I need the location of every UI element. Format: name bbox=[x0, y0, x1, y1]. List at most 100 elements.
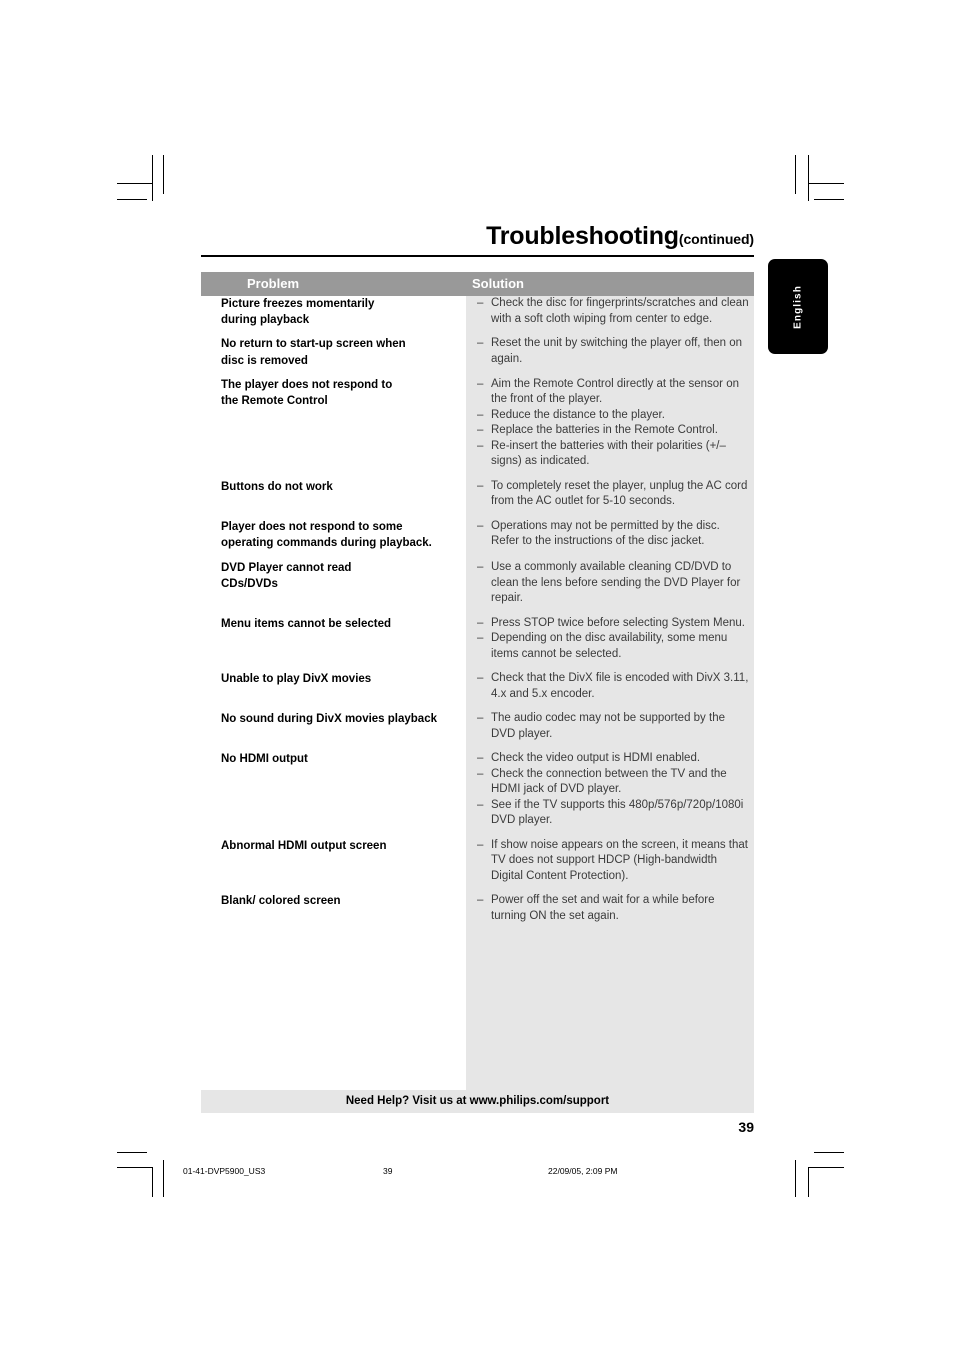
problem-line: disc is removed bbox=[221, 354, 308, 367]
print-slug-filename: 01-41-DVP5900_US3 bbox=[183, 1166, 266, 1176]
crop-mark-top-right-horizontal-outer bbox=[814, 199, 844, 200]
problem-line: operating commands during playback. bbox=[221, 537, 432, 550]
table-row: No sound during DivX movies playback The … bbox=[201, 711, 754, 742]
crop-mark-bottom-left-horizontal-inner bbox=[117, 1167, 153, 1168]
page-title: Troubleshooting(continued) bbox=[201, 222, 754, 251]
problem-cell: The player does not respond to the Remote… bbox=[201, 377, 466, 409]
solution-bullet: Check the connection between the TV and … bbox=[477, 767, 750, 798]
problem-cell: No return to start-up screen when disc is… bbox=[201, 336, 466, 368]
problem-line: DVD Player cannot read bbox=[221, 562, 352, 575]
problem-line: the Remote Control bbox=[221, 395, 328, 408]
solution-cell: Use a commonly available cleaning CD/DVD… bbox=[466, 560, 754, 607]
solution-bullet: See if the TV supports this 480p/576p/72… bbox=[477, 798, 750, 829]
title-divider bbox=[201, 255, 754, 257]
solution-bullet: Check the disc for fingerprints/scratche… bbox=[477, 296, 750, 327]
table-row: Picture freezes momentarily during playba… bbox=[201, 296, 754, 328]
solution-bullet: The audio codec may not be supported by … bbox=[477, 711, 750, 742]
print-slug-date: 22/09/05, 2:09 PM bbox=[548, 1166, 618, 1176]
solution-cell: To completely reset the player, unplug t… bbox=[466, 479, 754, 510]
solution-cell: Operations may not be permitted by the d… bbox=[466, 519, 754, 550]
problem-cell: Player does not respond to some operating… bbox=[201, 519, 466, 551]
crop-mark-top-right-vertical-outer bbox=[795, 155, 796, 194]
language-tab-label: English bbox=[792, 284, 804, 329]
problem-line: The player does not respond to bbox=[221, 378, 393, 391]
table-row: Blank/ colored screen Power off the set a… bbox=[201, 893, 754, 924]
crop-mark-bottom-left-horizontal-outer bbox=[117, 1152, 147, 1153]
problem-cell: Abnormal HDMI output screen bbox=[201, 838, 466, 854]
table-header-row: Problem Solution bbox=[201, 272, 754, 296]
problem-line: No HDMI output bbox=[221, 753, 308, 766]
crop-mark-top-left-horizontal-outer bbox=[117, 199, 147, 200]
problem-line: during playback bbox=[221, 314, 310, 327]
page-title-suffix: (continued) bbox=[678, 231, 754, 247]
language-tab: English bbox=[768, 259, 828, 354]
solution-bullet: Reset the unit by switching the player o… bbox=[477, 336, 750, 367]
table-row: No return to start-up screen when disc is… bbox=[201, 336, 754, 368]
problem-line: Player does not respond to some bbox=[221, 520, 403, 533]
solution-bullet: Replace the batteries in the Remote Cont… bbox=[477, 423, 750, 439]
footer-band: Need Help? Visit us at www.philips.com/s… bbox=[201, 1090, 754, 1113]
crop-mark-bottom-right-horizontal-inner bbox=[808, 1167, 844, 1168]
table-row: No HDMI output Check the video output is … bbox=[201, 751, 754, 829]
crop-mark-top-left-vertical-outer bbox=[163, 155, 164, 194]
solution-bullet: Aim the Remote Control directly at the s… bbox=[477, 377, 750, 408]
column-header-solution: Solution bbox=[472, 276, 524, 291]
crop-mark-bottom-left-vertical-inner bbox=[152, 1167, 153, 1197]
solution-bullet: If show noise appears on the screen, it … bbox=[477, 838, 750, 885]
problem-line: Buttons do not work bbox=[221, 480, 333, 493]
solution-cell: The audio codec may not be supported by … bbox=[466, 711, 754, 742]
problem-line: Picture freezes momentarily bbox=[221, 298, 375, 310]
crop-mark-top-right-vertical-inner bbox=[808, 155, 809, 201]
crop-mark-bottom-right-horizontal-outer bbox=[814, 1152, 844, 1153]
solution-bullet: Press STOP twice before selecting System… bbox=[477, 616, 750, 632]
problem-line: No sound during DivX movies playback bbox=[221, 713, 437, 726]
solution-bullet: Power off the set and wait for a while b… bbox=[477, 893, 750, 924]
solution-bullet: Check that the DivX file is encoded with… bbox=[477, 671, 750, 702]
table-row: Menu items cannot be selected Press STOP … bbox=[201, 616, 754, 663]
problem-line: Abnormal HDMI output screen bbox=[221, 839, 387, 852]
solution-bullet: Reduce the distance to the player. bbox=[477, 408, 750, 424]
crop-mark-bottom-right-vertical-outer bbox=[795, 1160, 796, 1197]
problem-cell: Buttons do not work bbox=[201, 479, 466, 495]
problem-cell: DVD Player cannot read CDs/DVDs bbox=[201, 560, 466, 592]
problem-cell: No HDMI output bbox=[201, 751, 466, 767]
problem-cell: No sound during DivX movies playback bbox=[201, 711, 466, 727]
solution-cell: Check the disc for fingerprints/scratche… bbox=[466, 296, 754, 327]
solution-cell: Press STOP twice before selecting System… bbox=[466, 616, 754, 663]
table-row: Buttons do not work To completely reset t… bbox=[201, 479, 754, 510]
problem-line: Unable to play DivX movies bbox=[221, 673, 372, 686]
table-row: The player does not respond to the Remote… bbox=[201, 377, 754, 470]
solution-bullet: Depending on the disc availability, some… bbox=[477, 631, 750, 662]
solution-cell: Check the video output is HDMI enabled.C… bbox=[466, 751, 754, 829]
document-page: Troubleshooting(continued) English Probl… bbox=[0, 0, 954, 1351]
crop-mark-top-left-horizontal-inner bbox=[117, 183, 153, 184]
solution-cell: If show noise appears on the screen, it … bbox=[466, 838, 754, 885]
crop-mark-bottom-left-vertical-outer bbox=[163, 1160, 164, 1197]
crop-mark-top-right-horizontal-inner bbox=[808, 183, 844, 184]
problem-cell: Unable to play DivX movies bbox=[201, 671, 466, 687]
problem-line: Menu items cannot be selected bbox=[221, 617, 391, 630]
crop-mark-top-left-vertical-inner bbox=[152, 155, 153, 201]
problem-line: CDs/DVDs bbox=[221, 578, 278, 591]
solution-bullet: Re-insert the batteries with their polar… bbox=[477, 439, 750, 470]
column-header-problem: Problem bbox=[247, 276, 300, 291]
table-row: Unable to play DivX movies Check that the… bbox=[201, 671, 754, 702]
problem-cell: Picture freezes momentarily during playba… bbox=[201, 296, 466, 328]
solution-cell: Reset the unit by switching the player o… bbox=[466, 336, 754, 367]
problem-cell: Blank/ colored screen bbox=[201, 893, 466, 909]
solution-bullet: Use a commonly available cleaning CD/DVD… bbox=[477, 560, 750, 607]
problem-line: Blank/ colored screen bbox=[221, 895, 341, 908]
support-help-text: Need Help? Visit us at www.philips.com/s… bbox=[345, 1095, 610, 1107]
crop-mark-bottom-right-vertical-inner bbox=[808, 1167, 809, 1197]
page-title-main: Troubleshooting bbox=[486, 222, 679, 250]
table-body: Picture freezes momentarily during playba… bbox=[201, 296, 754, 924]
table-row: Abnormal HDMI output screen If show noise… bbox=[201, 838, 754, 885]
solution-bullet: To completely reset the player, unplug t… bbox=[477, 479, 750, 510]
print-slug-page: 39 bbox=[383, 1166, 393, 1176]
solution-cell: Check that the DivX file is encoded with… bbox=[466, 671, 754, 702]
problem-cell: Menu items cannot be selected bbox=[201, 616, 466, 632]
solution-cell: Power off the set and wait for a while b… bbox=[466, 893, 754, 924]
table-row: Player does not respond to some operating… bbox=[201, 519, 754, 551]
solution-cell: Aim the Remote Control directly at the s… bbox=[466, 377, 754, 470]
page-number: 39 bbox=[738, 1119, 754, 1135]
